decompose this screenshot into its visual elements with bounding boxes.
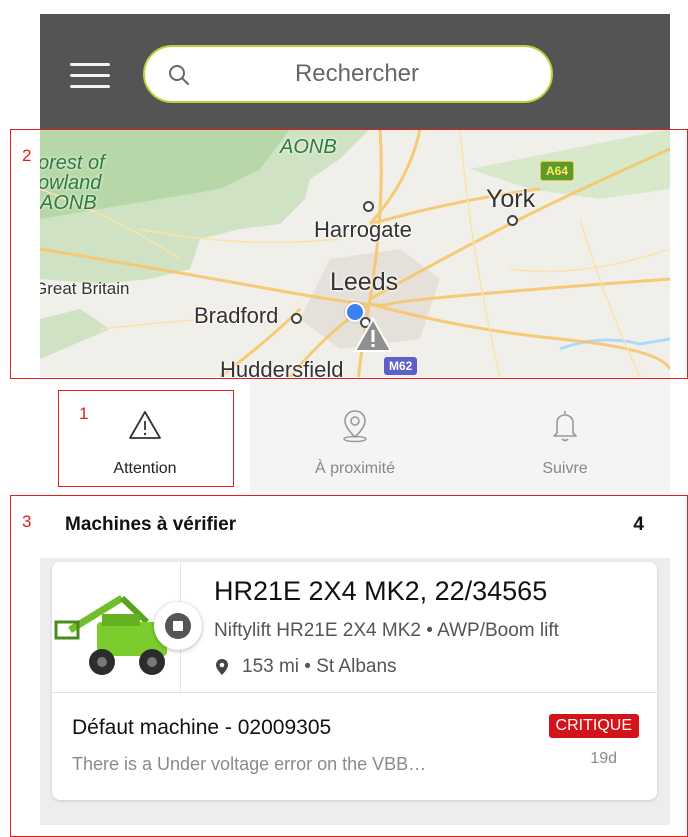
map-label-bradford: Bradford [194, 303, 279, 328]
town-dot-harrogate [363, 201, 374, 212]
machine-alert-marker-icon[interactable] [353, 317, 393, 353]
tab-label-nearby: À proximité [314, 460, 396, 477]
section-count: 4 [633, 514, 644, 535]
map-label-forest-1: orest of [40, 152, 105, 174]
machine-title: HR21E 2X4 MK2, 22/34565 [214, 576, 548, 606]
search-bar[interactable] [143, 45, 553, 103]
map-view[interactable]: AONB orest of owland AONB A64 York Harro… [40, 129, 670, 377]
tab-follow[interactable]: Suivre [460, 377, 670, 492]
annotation-number-2: 2 [22, 146, 32, 165]
map-label-huddersfield: Huddersfield [220, 357, 344, 377]
map-label-harrogate: Harrogate [314, 217, 412, 242]
map-label-york: York [486, 185, 536, 213]
annotation-number-1: 1 [79, 404, 89, 423]
critical-badge: CRITIQUE [548, 714, 639, 738]
map-label-forest-2: owland [40, 172, 102, 194]
road-shield-m62: M62 [384, 357, 418, 375]
bell-icon [553, 411, 577, 442]
section-header: Machines à vérifier 4 [40, 492, 670, 558]
warning-icon [129, 411, 161, 439]
stop-status-icon [154, 602, 202, 650]
machine-location-text: 153 mi • St Albans [242, 656, 397, 677]
annotation-number-3: 3 [22, 512, 32, 531]
search-input[interactable] [145, 59, 551, 89]
app-header [40, 14, 670, 129]
map-label-leeds: Leeds [330, 268, 399, 296]
map-label-forest-3: AONB [40, 192, 97, 214]
town-dot-york [507, 215, 518, 226]
fault-title: Défaut machine - 02009305 [72, 716, 332, 739]
machine-location: 153 mi • St Albans [214, 656, 397, 678]
tab-bar: Attention À proximité Suivre [40, 377, 670, 492]
tab-attention[interactable]: Attention [40, 377, 250, 492]
map-pin-icon [216, 659, 228, 675]
app-screen: AONB orest of owland AONB A64 York Harro… [40, 14, 670, 825]
tab-label-follow: Suivre [542, 460, 588, 477]
machine-description: Niftylift HR21E 2X4 MK2 • AWP/Boom lift [214, 620, 559, 641]
tab-nearby[interactable]: À proximité [250, 377, 460, 492]
road-shield-a64: A64 [540, 161, 575, 181]
machines-section: Machines à vérifier 4 HR21E 2X4 MK2, 22/… [40, 492, 670, 825]
search-icon [169, 65, 189, 85]
section-title: Machines à vérifier [65, 514, 237, 535]
fault-age: 19d [590, 750, 617, 767]
map-label-aonb: AONB [280, 136, 337, 158]
location-pin-icon [343, 410, 367, 443]
fault-description: There is a Under voltage error on the VB… [72, 754, 427, 774]
map-label-great-britain: Great Britain [40, 279, 130, 298]
hamburger-menu-icon[interactable] [70, 63, 110, 89]
tab-label-attention: Attention [113, 460, 177, 477]
card-divider [52, 692, 657, 693]
town-dot-bradford [291, 313, 302, 324]
machine-card[interactable]: HR21E 2X4 MK2, 22/34565 Niftylift HR21E … [52, 562, 657, 800]
